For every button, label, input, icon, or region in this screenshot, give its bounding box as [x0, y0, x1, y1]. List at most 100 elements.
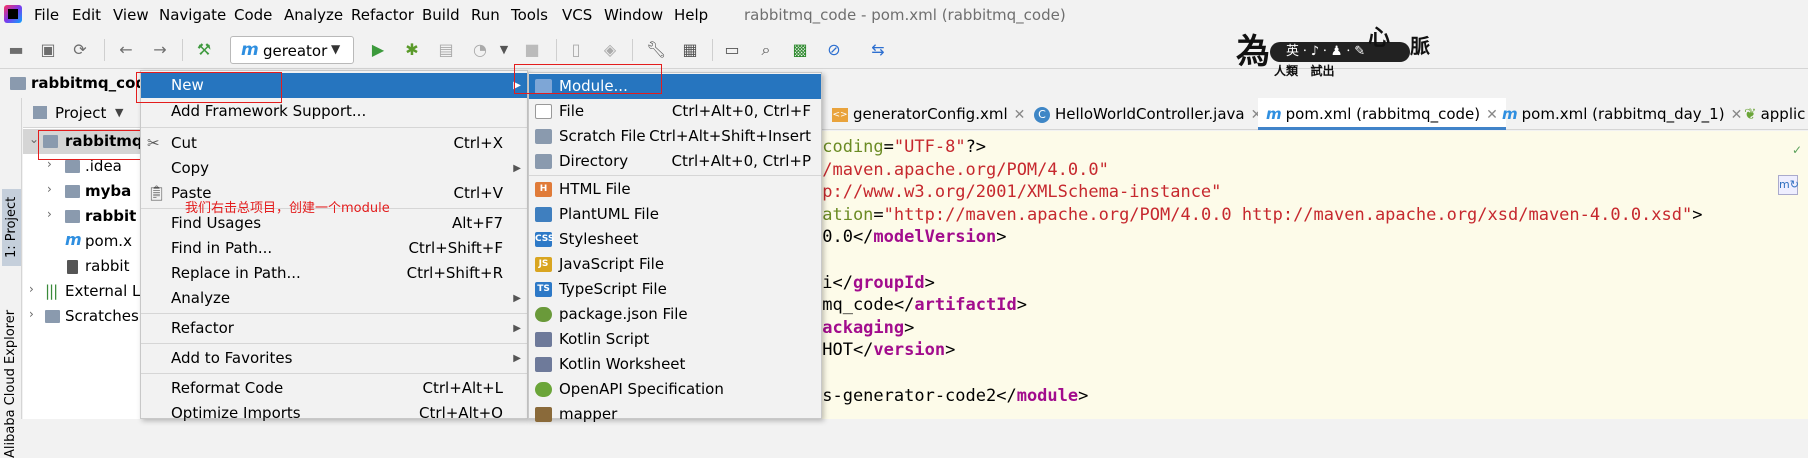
- submenu-item-directory[interactable]: Directory Ctrl+Alt+0, Ctrl+P: [529, 149, 821, 174]
- project-structure-icon[interactable]: ▦: [680, 40, 700, 60]
- menu-item-label: Add to Favorites: [171, 349, 293, 367]
- menu-tools[interactable]: Tools: [511, 6, 548, 24]
- deploy-icon[interactable]: ◈: [600, 40, 620, 60]
- debug-icon[interactable]: ✱: [402, 40, 422, 60]
- monitor-icon[interactable]: ▩: [790, 40, 810, 60]
- tab-pom-xml-rabbitmq-code[interactable]: m pom.xml (rabbitmq_code) ✕: [1258, 98, 1506, 130]
- html-file-icon: H: [535, 182, 552, 197]
- submenu-item-label: Kotlin Script: [559, 330, 650, 348]
- menu-item-copy[interactable]: Copy ▶: [141, 156, 527, 181]
- project-view-icon: [33, 106, 47, 119]
- run-icon[interactable]: ▶: [368, 40, 388, 60]
- xml-icon: <>: [832, 107, 848, 122]
- menu-build[interactable]: Build: [422, 6, 460, 24]
- menu-item-cut[interactable]: ✂ Cut Ctrl+X: [141, 131, 527, 156]
- submenu-item-file[interactable]: File Ctrl+Alt+0, Ctrl+F: [529, 99, 821, 124]
- tree-item[interactable]: › ||| External L: [23, 279, 141, 304]
- breadcrumb[interactable]: rabbitmq_code: [0, 70, 156, 98]
- back-icon[interactable]: ←: [116, 40, 136, 60]
- submenu-item-openapi-specification[interactable]: OpenAPI Specification: [529, 377, 821, 402]
- submenu-item-package-json-file[interactable]: package.json File: [529, 302, 821, 327]
- submenu-item-html-file[interactable]: H HTML File: [529, 177, 821, 202]
- menu-file[interactable]: File: [34, 6, 59, 24]
- watermark-logo: 為 英 ⸱ ♪ ⸱ ♟ ⸱ ✎ 心 脈 人類 試出: [1236, 20, 1436, 80]
- ts-icon: TS: [535, 282, 552, 297]
- menu-view[interactable]: View: [113, 6, 149, 24]
- menu-run[interactable]: Run: [471, 6, 500, 24]
- menu-code[interactable]: Code: [234, 6, 272, 24]
- menu-item-find-in-path[interactable]: Find in Path... Ctrl+Shift+F: [141, 236, 527, 261]
- close-icon[interactable]: ✕: [1486, 107, 1498, 123]
- menu-item-analyze[interactable]: Analyze ▶: [141, 286, 527, 311]
- chevron-right-icon[interactable]: ›: [29, 282, 34, 296]
- chevron-right-icon[interactable]: ›: [47, 207, 52, 221]
- tab-pom-xml-rabbitmq-day-1[interactable]: m pom.xml (rabbitmq_day_1) ✕: [1502, 98, 1742, 130]
- save-icon[interactable]: ▣: [38, 40, 58, 60]
- search-icon[interactable]: ⌕: [756, 40, 776, 60]
- submenu-item-kotlin-worksheet[interactable]: Kotlin Worksheet: [529, 352, 821, 377]
- chevron-right-icon[interactable]: ›: [47, 182, 52, 196]
- chevron-down-icon[interactable]: ▼: [115, 106, 123, 119]
- menu-item-label: Find in Path...: [171, 239, 273, 257]
- menu-item-refactor[interactable]: Refactor ▶: [141, 316, 527, 341]
- run-configuration-dropdown[interactable]: m gereator ▼: [230, 36, 354, 64]
- coverage-icon[interactable]: ▤: [436, 40, 456, 60]
- menu-item-optimize-imports[interactable]: Optimize Imports Ctrl+Alt+O: [141, 401, 527, 426]
- tab-label: HelloWorldController.java: [1055, 105, 1245, 123]
- cloud-link-icon[interactable]: ⇆: [868, 40, 888, 60]
- tab-label: generatorConfig.xml: [853, 105, 1008, 123]
- chevron-down-icon[interactable]: ▼: [494, 40, 514, 60]
- toolbar-separator: [182, 39, 183, 61]
- submenu-item-mapper[interactable]: mapper: [529, 402, 821, 427]
- tab-helloworldcontroller-java[interactable]: C HelloWorldController.java ✕: [1034, 98, 1262, 130]
- project-panel-title[interactable]: Project: [55, 104, 106, 122]
- submenu-item-javascript-file[interactable]: JS JavaScript File: [529, 252, 821, 277]
- directory-icon: [535, 154, 552, 169]
- tree-item[interactable]: › rabbit: [23, 204, 141, 229]
- submenu-item-plantuml-file[interactable]: PlantUML File: [529, 202, 821, 227]
- maven-reload-icon[interactable]: m↻: [1778, 175, 1799, 195]
- main-toolbar: ▬ ▣ ⟳ ← → ⚒ m gereator ▼ ▶ ✱ ▤ ◔ ▼ ■ ▯ ◈…: [0, 31, 1808, 69]
- menu-edit[interactable]: Edit: [72, 6, 101, 24]
- build-hammer-icon[interactable]: ⚒: [194, 40, 214, 60]
- tree-item[interactable]: › myba: [23, 179, 141, 204]
- menu-item-replace-in-path[interactable]: Replace in Path... Ctrl+Shift+R: [141, 261, 527, 286]
- menu-vcs[interactable]: VCS: [562, 6, 592, 24]
- menu-refactor[interactable]: Refactor: [351, 6, 414, 24]
- terminal-icon[interactable]: ▭: [722, 40, 742, 60]
- close-icon[interactable]: ✕: [1014, 107, 1026, 123]
- watermark-glyph-icon: 人類 試出: [1274, 64, 1335, 78]
- tree-item[interactable]: rabbit: [23, 254, 141, 279]
- submenu-item-stylesheet[interactable]: CSS Stylesheet: [529, 227, 821, 252]
- tree-item[interactable]: › Scratches: [23, 304, 141, 329]
- tab-generatorconfig-xml[interactable]: <> generatorConfig.xml ✕: [832, 98, 1025, 130]
- menu-item-add-to-favorites[interactable]: Add to Favorites ▶: [141, 346, 527, 371]
- folder-icon[interactable]: ▬: [6, 40, 26, 60]
- tab-alibaba-cloud-explorer[interactable]: Alibaba Cloud Explorer: [3, 310, 18, 458]
- chevron-right-icon[interactable]: ›: [29, 307, 34, 321]
- no-entry-icon[interactable]: ⊘: [824, 40, 844, 60]
- tab-project[interactable]: 1: Project: [2, 188, 21, 266]
- menu-item-label: Reformat Code: [171, 379, 284, 397]
- code-editor[interactable]: ncoding="UTF-8"?>//maven.apache.org/POM/…: [812, 131, 1808, 419]
- settings-wrench-icon[interactable]: 🔧︎: [646, 40, 666, 60]
- scratch-file-icon: [535, 129, 552, 144]
- scissors-icon: ✂: [147, 134, 160, 152]
- menu-help[interactable]: Help: [674, 6, 708, 24]
- tree-item[interactable]: m pom.x: [23, 229, 141, 254]
- attach-icon[interactable]: ▯: [566, 40, 586, 60]
- sync-icon[interactable]: ⟳: [70, 40, 90, 60]
- close-icon[interactable]: ✕: [1731, 107, 1743, 123]
- forward-icon[interactable]: →: [150, 40, 170, 60]
- submenu-item-kotlin-script[interactable]: Kotlin Script: [529, 327, 821, 352]
- stop-icon[interactable]: ■: [522, 40, 542, 60]
- tab-applic[interactable]: ❦ applic: [1744, 98, 1805, 130]
- menu-item-reformat-code[interactable]: Reformat Code Ctrl+Alt+L: [141, 376, 527, 401]
- profile-icon[interactable]: ◔: [470, 40, 490, 60]
- menu-analyze[interactable]: Analyze: [284, 6, 343, 24]
- menu-window[interactable]: Window: [604, 6, 663, 24]
- submenu-item-scratch-file[interactable]: Scratch File Ctrl+Alt+Shift+Insert: [529, 124, 821, 149]
- tree-item-label: myba: [85, 182, 132, 200]
- submenu-item-typescript-file[interactable]: TS TypeScript File: [529, 277, 821, 302]
- menu-navigate[interactable]: Navigate: [159, 6, 226, 24]
